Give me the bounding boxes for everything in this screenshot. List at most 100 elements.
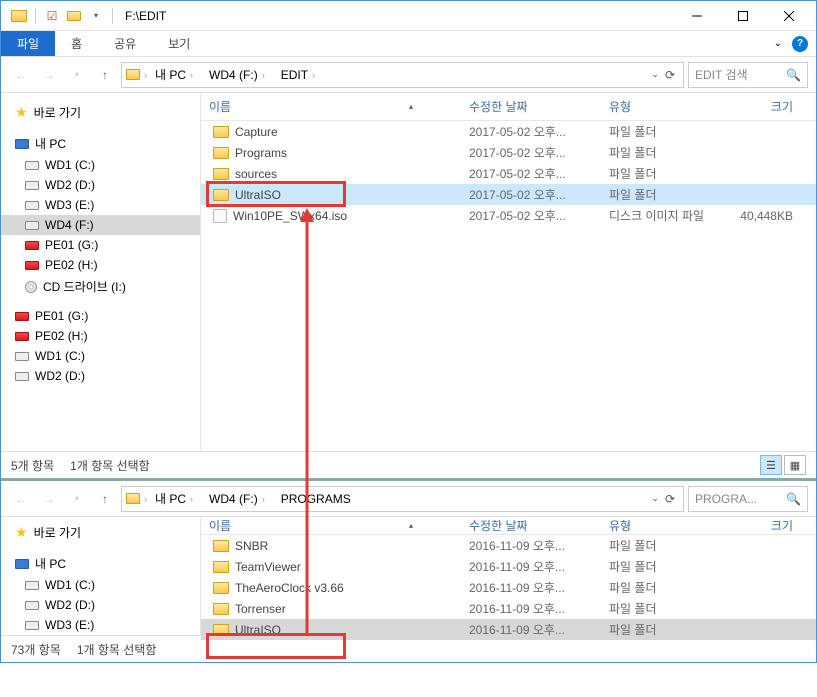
file-date: 2016-11-09 오후... bbox=[461, 558, 601, 575]
file-date: 2016-11-09 오후... bbox=[461, 537, 601, 554]
file-date: 2017-05-02 오후... bbox=[461, 186, 601, 203]
file-name: SNBR bbox=[235, 539, 268, 553]
ribbon-tabs: 파일 홈 공유 보기 ⌄ ? bbox=[1, 31, 816, 57]
tab-home[interactable]: 홈 bbox=[55, 31, 98, 56]
sidebar-drive[interactable]: WD2 (D:) bbox=[1, 366, 200, 386]
sidebar-drive[interactable]: WD2 (D:) bbox=[1, 595, 200, 615]
sidebar-drive[interactable]: PE02 (H:) bbox=[1, 326, 200, 346]
sidebar-drive[interactable]: PE01 (G:) bbox=[1, 306, 200, 326]
sidebar-drive[interactable]: WD3 (E:) bbox=[1, 195, 200, 215]
search-icon: 🔍 bbox=[786, 492, 801, 506]
forward-button[interactable]: → bbox=[37, 63, 61, 87]
crumb[interactable]: WD4 (F:)› bbox=[205, 492, 273, 506]
file-row[interactable]: TeamViewer 2016-11-09 오후... 파일 폴더 bbox=[201, 556, 816, 577]
file-row[interactable]: Torrenser 2016-11-09 오후... 파일 폴더 bbox=[201, 598, 816, 619]
file-row[interactable]: UltraISO 2017-05-02 오후... 파일 폴더 bbox=[201, 184, 816, 205]
sidebar-drive[interactable]: WD1 (C:) bbox=[1, 575, 200, 595]
dropdown-icon[interactable]: ⌄ bbox=[651, 69, 659, 80]
sidebar-drive[interactable]: WD1 (C:) bbox=[1, 346, 200, 366]
up-button[interactable]: ↑ bbox=[93, 63, 117, 87]
sidebar-drive[interactable]: PE02 (H:) bbox=[1, 255, 200, 275]
history-dropdown[interactable]: ▾ bbox=[65, 487, 89, 511]
file-date: 2017-05-02 오후... bbox=[461, 165, 601, 182]
file-date: 2016-11-09 오후... bbox=[461, 621, 601, 638]
close-button[interactable] bbox=[766, 2, 812, 30]
col-type[interactable]: 유형 bbox=[601, 98, 721, 115]
col-size[interactable]: 크기 bbox=[721, 517, 801, 534]
refresh-icon[interactable]: ⟳ bbox=[661, 492, 679, 506]
col-name[interactable]: 이름▴ bbox=[201, 98, 461, 115]
tab-file[interactable]: 파일 bbox=[1, 31, 55, 56]
sidebar-drive[interactable]: WD1 (C:) bbox=[1, 155, 200, 175]
tab-view[interactable]: 보기 bbox=[152, 31, 206, 56]
history-dropdown[interactable]: ▾ bbox=[65, 63, 89, 87]
sidebar-this-pc[interactable]: 내 PC bbox=[1, 552, 200, 575]
sidebar-drive[interactable]: PE01 (G:) bbox=[1, 235, 200, 255]
folder-app-icon bbox=[9, 6, 29, 26]
folder-icon bbox=[213, 603, 229, 615]
drive-label: WD2 (D:) bbox=[45, 598, 95, 612]
view-details-button[interactable]: ☰ bbox=[760, 455, 782, 475]
star-icon: ★ bbox=[15, 104, 28, 121]
file-type: 파일 폴더 bbox=[601, 165, 721, 182]
sidebar-drive[interactable]: WD2 (D:) bbox=[1, 175, 200, 195]
file-name: Programs bbox=[235, 146, 287, 160]
crumb[interactable]: 내 PC› bbox=[151, 66, 201, 83]
crumb[interactable]: EDIT› bbox=[277, 68, 323, 82]
sidebar-drive[interactable]: WD4 (F:) bbox=[1, 215, 200, 235]
up-button[interactable]: ↑ bbox=[93, 487, 117, 511]
sidebar-quick-access[interactable]: ★바로 가기 bbox=[1, 521, 200, 544]
ribbon-expand-icon[interactable]: ⌄ bbox=[774, 38, 782, 49]
file-type: 디스크 이미지 파일 bbox=[601, 207, 721, 224]
drive-label: PE02 (H:) bbox=[45, 258, 98, 272]
view-icons-button[interactable]: ▦ bbox=[784, 455, 806, 475]
file-row[interactable]: UltraISO 2016-11-09 오후... 파일 폴더 bbox=[201, 619, 816, 640]
search-input[interactable]: EDIT 검색 🔍 bbox=[688, 62, 808, 88]
file-type: 파일 폴더 bbox=[601, 579, 721, 596]
address-bar[interactable]: › 내 PC› WD4 (F:)› PROGRAMS ⌄ ⟳ bbox=[121, 486, 684, 512]
navbar: ← → ▾ ↑ › 내 PC› WD4 (F:)› EDIT› ⌄ ⟳ EDIT… bbox=[1, 57, 816, 93]
sidebar-this-pc[interactable]: 내 PC bbox=[1, 132, 200, 155]
drive-label: PE02 (H:) bbox=[35, 329, 88, 343]
minimize-button[interactable] bbox=[674, 2, 720, 30]
crumb[interactable]: PROGRAMS bbox=[277, 492, 355, 506]
file-row[interactable]: Programs 2017-05-02 오후... 파일 폴더 bbox=[201, 142, 816, 163]
col-name[interactable]: 이름▴ bbox=[201, 517, 461, 534]
chevron-down-icon[interactable]: ▾ bbox=[86, 6, 106, 26]
col-type[interactable]: 유형 bbox=[601, 517, 721, 534]
search-icon: 🔍 bbox=[786, 68, 801, 82]
help-icon[interactable]: ? bbox=[792, 36, 808, 52]
dropdown-icon[interactable]: ⌄ bbox=[651, 493, 659, 504]
col-size[interactable]: 크기 bbox=[721, 98, 801, 115]
sidebar-drive[interactable]: WD3 (E:) bbox=[1, 615, 200, 635]
drive-icon bbox=[15, 332, 29, 341]
crumb[interactable]: 내 PC› bbox=[151, 490, 201, 507]
file-type: 파일 폴더 bbox=[601, 123, 721, 140]
tab-share[interactable]: 공유 bbox=[98, 31, 152, 56]
sidebar-drive[interactable]: CD 드라이브 (I:) bbox=[1, 275, 200, 298]
sidebar-quick-access[interactable]: ★바로 가기 bbox=[1, 101, 200, 124]
search-placeholder: PROGRA... bbox=[695, 492, 757, 506]
file-row[interactable]: SNBR 2016-11-09 오후... 파일 폴더 bbox=[201, 535, 816, 556]
qat-newfolder-icon[interactable] bbox=[64, 6, 84, 26]
back-button[interactable]: ← bbox=[9, 487, 33, 511]
sidebar-pane2: ★바로 가기 내 PC WD1 (C:)WD2 (D:)WD3 (E:)WD4 … bbox=[1, 517, 201, 635]
qat-properties-icon[interactable]: ☑ bbox=[42, 6, 62, 26]
file-row[interactable]: Win10PE_SWx64.iso 2017-05-02 오후... 디스크 이… bbox=[201, 205, 816, 226]
file-name: Capture bbox=[235, 125, 278, 139]
back-button[interactable]: ← bbox=[9, 63, 33, 87]
file-row[interactable]: sources 2017-05-02 오후... 파일 폴더 bbox=[201, 163, 816, 184]
col-date[interactable]: 수정한 날짜 bbox=[461, 517, 601, 534]
file-name: UltraISO bbox=[235, 188, 281, 202]
sidebar: ★바로 가기 내 PC WD1 (C:)WD2 (D:)WD3 (E:)WD4 … bbox=[1, 93, 201, 451]
forward-button[interactable]: → bbox=[37, 487, 61, 511]
crumb[interactable]: WD4 (F:)› bbox=[205, 68, 273, 82]
refresh-icon[interactable]: ⟳ bbox=[661, 68, 679, 82]
search-input[interactable]: PROGRA... 🔍 bbox=[688, 486, 808, 512]
file-row[interactable]: TheAeroClock v3.66 2016-11-09 오후... 파일 폴… bbox=[201, 577, 816, 598]
col-date[interactable]: 수정한 날짜 bbox=[461, 98, 601, 115]
location-icon bbox=[126, 493, 140, 504]
maximize-button[interactable] bbox=[720, 2, 766, 30]
file-row[interactable]: Capture 2017-05-02 오후... 파일 폴더 bbox=[201, 121, 816, 142]
address-bar[interactable]: › 내 PC› WD4 (F:)› EDIT› ⌄ ⟳ bbox=[121, 62, 684, 88]
